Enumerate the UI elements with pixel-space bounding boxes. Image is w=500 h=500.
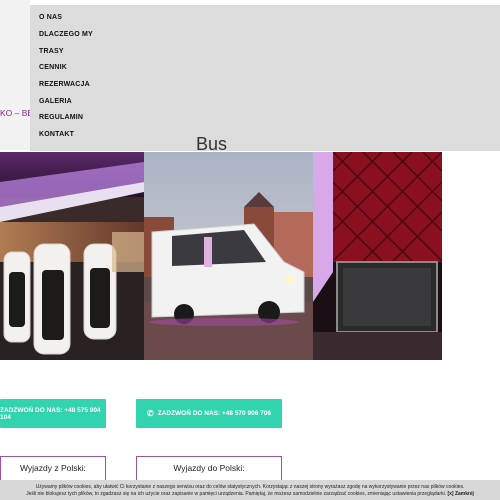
nav-item-o-nas[interactable]: O NAS (39, 14, 62, 21)
red-quilted-interior-tv-photo[interactable] (313, 152, 442, 360)
trips-from-poland-box[interactable]: Wyjazdy z Polski: (0, 456, 106, 480)
trips-to-poland-box[interactable]: Wyjazdy do Polski: (136, 456, 282, 480)
nav-item-regulamin[interactable]: REGULAMIN (39, 114, 83, 121)
nav-item-trasy[interactable]: TRASY (39, 48, 64, 55)
dropdown-nav-menu: O NAS DLACZEGO MY TRASY CENNIK REZERWACJ… (30, 5, 500, 151)
nav-item-cennik[interactable]: CENNIK (39, 64, 67, 71)
header-left-strip (0, 0, 30, 150)
interior-seats-photo[interactable] (0, 152, 144, 360)
trips-from-poland-label: Wyjazdy z Polski: (19, 463, 87, 473)
white-bus-photo[interactable] (144, 152, 313, 360)
nav-item-galeria[interactable]: GALERIA (39, 98, 72, 105)
header-tagline: KO – BE (0, 108, 34, 118)
nav-item-dlaczego-my[interactable]: DLACZEGO MY (39, 31, 93, 38)
cookie-close-button[interactable]: [x] Zamknij (447, 491, 473, 497)
call-button-2[interactable]: ✆ ZADZWOŃ DO NAS: +48 570 906 706 (136, 399, 282, 428)
cookie-text-line2-body: Jeśli nie blokujesz tych plików, to zgad… (26, 490, 447, 497)
cookie-banner: Używamy plików cookies, aby ułatwić Ci k… (0, 480, 500, 500)
trips-to-poland-label: Wyjazdy do Polski: (173, 463, 245, 473)
nav-item-rezerwacja[interactable]: REZERWACJA (39, 81, 90, 88)
phone-label-1: ZADZWOŃ DO NAS: +48 575 904 104 (0, 406, 101, 421)
phone-label-2: ZADZWOŃ DO NAS: +48 570 906 706 (157, 410, 271, 417)
call-button-1[interactable]: ZADZWOŃ DO NAS: +48 575 904 104 (0, 399, 106, 428)
cookie-text-line1: Używamy plików cookies, aby ułatwić Ci k… (35, 484, 465, 490)
cookie-text-line2: Jeśli nie blokujesz tych plików, to zgad… (0, 491, 500, 498)
nav-item-kontakt[interactable]: KONTAKT (39, 131, 74, 138)
phone-icon: ✆ (147, 408, 154, 418)
